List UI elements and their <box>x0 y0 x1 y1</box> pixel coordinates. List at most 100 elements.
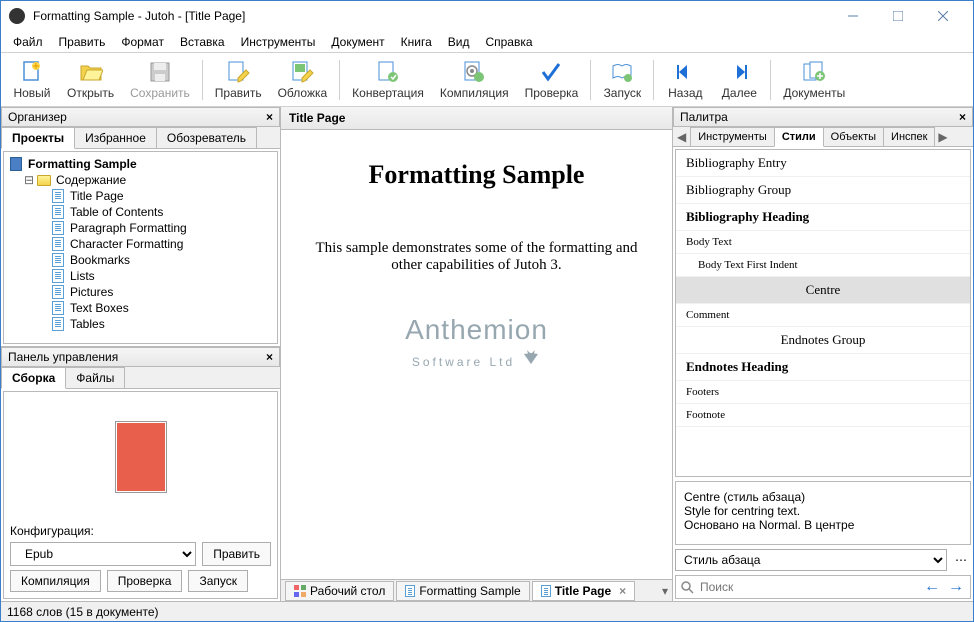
tab-project[interactable]: Formatting Sample <box>396 581 529 601</box>
style-options-button[interactable]: ⋯ <box>951 551 971 569</box>
search-prev[interactable]: ← <box>922 578 942 596</box>
toolbar: Новый Открыть Сохранить Править Обложка … <box>1 53 973 107</box>
menu-insert[interactable]: Вставка <box>172 32 233 52</box>
tab-close-icon[interactable]: × <box>619 584 626 598</box>
tree-contents[interactable]: ⊟Содержание <box>8 172 273 188</box>
tab-browser[interactable]: Обозреватель <box>156 127 257 148</box>
compile-button[interactable]: Компиляция <box>432 58 517 102</box>
cp-compile-button[interactable]: Компиляция <box>10 570 101 592</box>
cp-launch-button[interactable]: Запуск <box>188 570 248 592</box>
tree-item[interactable]: Text Boxes <box>8 300 273 316</box>
tab-title-page[interactable]: Title Page × <box>532 581 635 601</box>
style-item[interactable]: Endnotes Heading <box>676 354 970 381</box>
menu-edit[interactable]: Править <box>51 32 114 52</box>
collapse-icon[interactable]: ⊟ <box>22 173 36 187</box>
document-icon <box>52 221 64 235</box>
tab-build[interactable]: Сборка <box>1 367 66 389</box>
menu-book[interactable]: Книга <box>393 32 440 52</box>
open-button[interactable]: Открыть <box>59 58 122 102</box>
tab-favorites[interactable]: Избранное <box>74 127 157 148</box>
tree-item[interactable]: Paragraph Formatting <box>8 220 273 236</box>
style-item[interactable]: Bibliography Entry <box>676 150 970 177</box>
save-label: Сохранить <box>130 86 190 100</box>
palette-header: Палитра × <box>673 107 973 127</box>
compile-icon <box>462 60 486 84</box>
menu-format[interactable]: Формат <box>113 32 172 52</box>
style-item[interactable]: Body Text <box>676 231 970 254</box>
save-icon <box>148 60 172 84</box>
tabs-scroll-left[interactable]: ◀ <box>673 128 690 146</box>
style-item[interactable]: Footnote <box>676 404 970 427</box>
check-button[interactable]: Проверка <box>517 58 587 102</box>
forward-label: Далее <box>722 86 757 100</box>
project-tree[interactable]: Formatting Sample ⊟Содержание Title Page… <box>3 151 278 344</box>
style-item[interactable]: Body Text First Indent <box>676 254 970 277</box>
forward-button[interactable]: Далее <box>712 58 766 102</box>
back-button[interactable]: Назад <box>658 58 712 102</box>
tab-desktop[interactable]: Рабочий стол <box>285 581 394 601</box>
control-panel-close[interactable]: × <box>266 350 273 364</box>
tree-item[interactable]: Pictures <box>8 284 273 300</box>
tab-objects[interactable]: Объекты <box>823 127 884 146</box>
style-item[interactable]: Comment <box>676 304 970 327</box>
book-icon <box>10 157 22 171</box>
tab-inspector[interactable]: Инспек <box>883 127 935 146</box>
cover-button[interactable]: Обложка <box>270 58 336 102</box>
cp-check-button[interactable]: Проверка <box>107 570 183 592</box>
cover-thumbnail-area <box>10 398 271 516</box>
tabs-menu-icon[interactable]: ▾ <box>662 584 668 598</box>
tab-files[interactable]: Файлы <box>65 367 125 388</box>
tab-styles[interactable]: Стили <box>774 127 824 147</box>
new-button[interactable]: Новый <box>5 58 59 102</box>
menu-tools[interactable]: Инструменты <box>233 32 324 52</box>
style-item[interactable]: Footers <box>676 381 970 404</box>
control-panel-header: Панель управления × <box>1 347 280 367</box>
close-button[interactable] <box>920 1 965 31</box>
palette-panel: Палитра × ◀ Инструменты Стили Объекты Ин… <box>673 107 973 601</box>
maximize-button[interactable] <box>875 1 920 31</box>
menu-view[interactable]: Вид <box>440 32 478 52</box>
palette-close[interactable]: × <box>959 110 966 124</box>
style-item[interactable]: Bibliography Group <box>676 177 970 204</box>
tree-item[interactable]: Lists <box>8 268 273 284</box>
tree-item[interactable]: Title Page <box>8 188 273 204</box>
menu-document[interactable]: Документ <box>323 32 392 52</box>
config-edit-button[interactable]: Править <box>202 542 271 566</box>
edit-button[interactable]: Править <box>207 58 270 102</box>
tab-tools[interactable]: Инструменты <box>690 127 775 146</box>
search-input[interactable] <box>698 578 918 596</box>
launch-button[interactable]: Запуск <box>595 58 649 102</box>
document-editor[interactable]: Formatting Sample This sample demonstrat… <box>281 130 672 579</box>
back-label: Назад <box>668 86 702 100</box>
document-icon <box>52 189 64 203</box>
tree-item[interactable]: Bookmarks <box>8 252 273 268</box>
tree-item[interactable]: Character Formatting <box>8 236 273 252</box>
menu-help[interactable]: Справка <box>477 32 540 52</box>
tabs-scroll-right[interactable]: ▶ <box>934 128 951 146</box>
convert-icon <box>376 60 400 84</box>
document-icon <box>52 253 64 267</box>
publisher-logo: Anthemion Software Ltd <box>301 314 652 371</box>
check-icon <box>539 60 563 84</box>
tab-projects[interactable]: Проекты <box>1 127 75 149</box>
minimize-button[interactable] <box>830 1 875 31</box>
search-next[interactable]: → <box>946 578 966 596</box>
style-type-select[interactable]: Стиль абзаца <box>675 549 947 571</box>
menu-file[interactable]: Файл <box>5 32 51 52</box>
config-select[interactable]: Epub <box>10 542 196 566</box>
documents-button[interactable]: Документы <box>775 58 853 102</box>
style-item-selected[interactable]: Centre <box>676 277 970 304</box>
style-list[interactable]: Bibliography Entry Bibliography Group Bi… <box>675 149 971 477</box>
compile-label: Компиляция <box>440 86 509 100</box>
control-panel-title: Панель управления <box>8 350 118 364</box>
style-item[interactable]: Endnotes Group <box>676 327 970 354</box>
convert-button[interactable]: Конвертация <box>344 58 432 102</box>
style-description: Centre (стиль абзаца) Style for centring… <box>675 481 971 545</box>
organizer-close[interactable]: × <box>266 110 273 124</box>
style-item[interactable]: Bibliography Heading <box>676 204 970 231</box>
edit-label: Править <box>215 86 262 100</box>
cover-thumbnail[interactable] <box>115 421 167 493</box>
tree-item[interactable]: Table of Contents <box>8 204 273 220</box>
tree-item[interactable]: Tables <box>8 316 273 332</box>
tree-root[interactable]: Formatting Sample <box>8 156 273 172</box>
